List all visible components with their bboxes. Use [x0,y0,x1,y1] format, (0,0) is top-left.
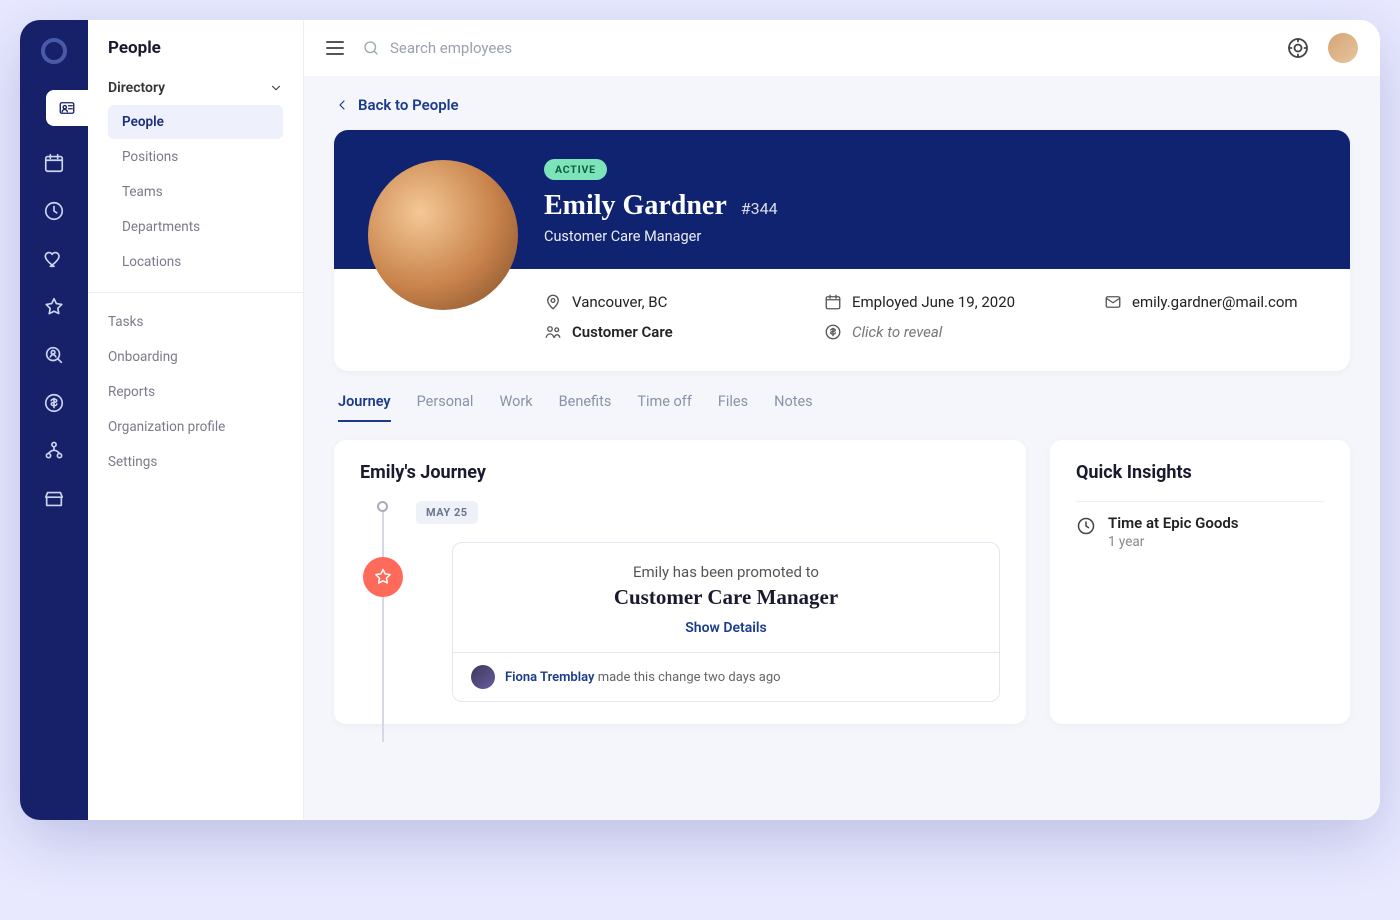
search-icon [362,39,380,57]
promotion-line1: Emily has been promoted to [477,563,975,581]
user-avatar[interactable] [1328,33,1358,63]
mail-icon [1104,293,1122,311]
chevron-down-icon [269,81,283,95]
detail-location: Vancouver, BC [544,293,794,311]
rail-star-icon[interactable] [43,296,65,318]
profile-card: ACTIVE Emily Gardner #344 Customer Care … [334,130,1350,371]
rail-orgchart-icon[interactable] [43,440,65,462]
search-input[interactable] [390,39,690,57]
chevron-left-icon [334,97,350,113]
search-box [362,39,1268,57]
location-icon [544,293,562,311]
insights-title: Quick Insights [1076,462,1324,483]
timeline-date: MAY 25 [416,501,478,524]
promotion-title: Customer Care Manager [477,585,975,610]
sidebar-item-settings[interactable]: Settings [108,445,283,479]
journey-title: Emily's Journey [360,462,1000,483]
app-logo [41,38,67,64]
sidebar-item-org-profile[interactable]: Organization profile [108,410,283,444]
back-label: Back to People [358,96,459,114]
sidebar-item-locations[interactable]: Locations [108,245,283,279]
sidebar-item-departments[interactable]: Departments [108,210,283,244]
sidebar-item-positions[interactable]: Positions [108,140,283,174]
employee-id: #344 [741,199,778,218]
clock-icon [1076,516,1096,536]
employee-name: Emily Gardner [544,190,727,222]
detail-department: Customer Care [544,323,794,341]
help-icon[interactable] [1286,36,1310,60]
sidebar-item-people[interactable]: People [108,105,283,139]
rail-money-icon[interactable] [43,392,65,414]
employee-role: Customer Care Manager [544,228,1316,245]
timeline-card: Emily has been promoted to Customer Care… [452,542,1000,702]
rail-store-icon[interactable] [43,488,65,510]
tab-timeoff[interactable]: Time off [637,393,692,422]
money-icon [824,323,842,341]
status-badge: ACTIVE [544,159,607,180]
timeline-star-icon [363,557,403,597]
tab-journey[interactable]: Journey [338,393,391,422]
sidebar-item-onboarding[interactable]: Onboarding [108,340,283,374]
tab-benefits[interactable]: Benefits [559,393,612,422]
timeline-dot [377,501,388,512]
journey-panel: Emily's Journey MAY 25 Emily has been pr… [334,440,1026,724]
detail-salary[interactable]: Click to reveal [824,323,1074,341]
calendar-icon [824,293,842,311]
timeline-footer: Fiona Tremblay made this change two days… [453,652,999,701]
detail-employed: Employed June 19, 2020 [824,293,1074,311]
insight-label: Time at Epic Goods [1108,514,1238,532]
tab-work[interactable]: Work [499,393,532,422]
tab-files[interactable]: Files [718,393,748,422]
change-meta: made this change two days ago [594,670,780,685]
sidebar-item-reports[interactable]: Reports [108,375,283,409]
changer-avatar [471,665,495,689]
sidebar: People Directory People Positions Teams … [88,20,304,820]
sidebar-directory-header[interactable]: Directory [108,72,283,104]
sidebar-title: People [88,38,303,72]
rail-heart-icon[interactable] [43,248,65,270]
back-link[interactable]: Back to People [334,96,1350,114]
rail-clock-icon[interactable] [43,200,65,222]
detail-email: emily.gardner@mail.com [1104,293,1350,311]
timeline: MAY 25 Emily has been promoted to Custom… [360,501,1000,702]
insights-panel: Quick Insights Time at Epic Goods 1 year [1050,440,1350,724]
changer-name: Fiona Tremblay [505,670,594,685]
tab-personal[interactable]: Personal [417,393,474,422]
sidebar-directory-label: Directory [108,80,165,96]
app-frame: People Directory People Positions Teams … [20,20,1380,820]
main-area: Back to People ACTIVE Emily Gardner #344… [304,20,1380,820]
rail-people-icon[interactable] [46,90,88,126]
team-icon [544,323,562,341]
sidebar-item-teams[interactable]: Teams [108,175,283,209]
profile-tabs: Journey Personal Work Benefits Time off … [334,371,1350,422]
nav-rail [20,20,88,820]
topbar [304,20,1380,76]
tab-notes[interactable]: Notes [774,393,813,422]
hamburger-icon[interactable] [326,41,344,55]
rail-search-person-icon[interactable] [43,344,65,366]
insight-value: 1 year [1108,534,1238,550]
employee-avatar [368,160,518,310]
insight-tenure: Time at Epic Goods 1 year [1076,501,1324,562]
profile-hero: ACTIVE Emily Gardner #344 Customer Care … [334,130,1350,269]
sidebar-item-tasks[interactable]: Tasks [108,305,283,339]
show-details-link[interactable]: Show Details [477,620,975,636]
rail-calendar-icon[interactable] [43,152,65,174]
